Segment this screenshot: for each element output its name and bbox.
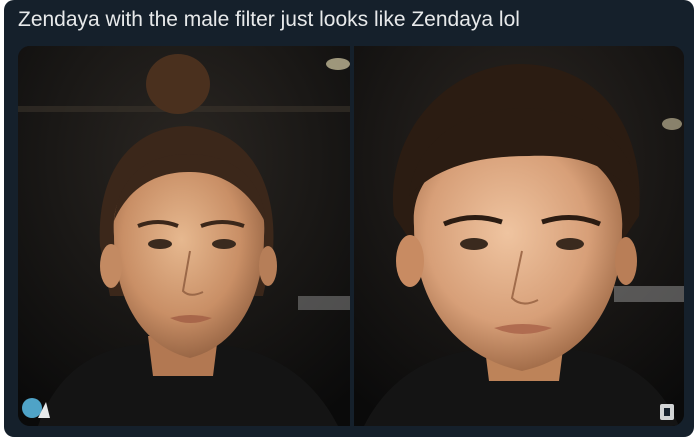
alt-text-icon[interactable] [660,404,674,420]
tweet-media[interactable] [18,46,684,426]
tweet-card: Zendaya with the male filter just looks … [4,0,694,437]
original-photo[interactable] [18,46,350,426]
male-filter-photo[interactable] [354,46,684,426]
original-photo-illustration [18,46,350,426]
tweet-text: Zendaya with the male filter just looks … [18,8,520,31]
male-filter-photo-illustration [354,46,684,426]
